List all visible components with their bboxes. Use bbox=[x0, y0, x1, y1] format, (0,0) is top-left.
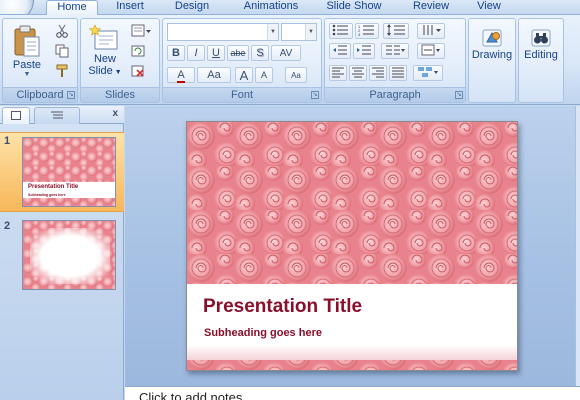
smartart-icon[interactable] bbox=[413, 65, 443, 81]
font-size-combo[interactable]: ▼ bbox=[281, 23, 317, 41]
slide-title[interactable]: Presentation Title bbox=[203, 296, 362, 318]
align-text-icon[interactable] bbox=[417, 43, 445, 59]
align-right-icon[interactable] bbox=[369, 65, 387, 81]
slide-number: 1 bbox=[4, 135, 11, 147]
paste-button[interactable]: Paste ▼ bbox=[5, 23, 49, 78]
slide-thumbnail-row-1[interactable]: 1 Presentation Title Subheading goes her… bbox=[0, 132, 124, 212]
paragraph-group: 123 Paragraph ↘ bbox=[324, 18, 466, 103]
drawing-group: Drawing bbox=[468, 18, 516, 103]
line-spacing-icon[interactable] bbox=[383, 23, 409, 39]
clipboard-dialog-launcher-icon[interactable]: ↘ bbox=[67, 91, 75, 99]
slide-thumbnail-2[interactable] bbox=[22, 220, 116, 290]
format-painter-icon[interactable] bbox=[53, 63, 71, 79]
tab-design[interactable]: Design bbox=[166, 0, 218, 14]
new-slide-label-line2-row: Slide ▼ bbox=[85, 65, 125, 79]
change-case-button[interactable]: Aa bbox=[197, 67, 231, 83]
thumbnail-title: Presentation Title bbox=[28, 184, 79, 190]
binoculars-icon bbox=[531, 29, 551, 47]
tab-slides-thumbnails[interactable] bbox=[2, 107, 30, 124]
cut-icon[interactable] bbox=[53, 23, 71, 39]
new-slide-dropdown-icon[interactable]: ▼ bbox=[113, 69, 122, 76]
layout-icon[interactable] bbox=[129, 23, 153, 39]
paste-dropdown-icon[interactable]: ▼ bbox=[5, 71, 49, 78]
font-group: ▼ ▼ B I U abe S AV A Aa A A Aa Font ↘ bbox=[162, 18, 322, 103]
thumbnail-subtitle: Subheading goes here bbox=[28, 193, 66, 197]
increase-indent-icon[interactable] bbox=[353, 43, 375, 59]
tab-animations[interactable]: Animations bbox=[236, 0, 306, 14]
svg-text:3: 3 bbox=[358, 32, 361, 36]
clipboard-group-label: Clipboard bbox=[3, 87, 77, 102]
slide-thumbnail-row-2[interactable]: 2 bbox=[0, 218, 124, 298]
bold-button[interactable]: B bbox=[167, 45, 185, 61]
tab-view[interactable]: View bbox=[470, 0, 508, 14]
underline-button[interactable]: U bbox=[207, 45, 225, 61]
slides-group-label: Slides bbox=[81, 87, 159, 102]
slides-pane-tabs: x bbox=[0, 106, 124, 124]
align-left-icon[interactable] bbox=[329, 65, 347, 81]
slide-number: 2 bbox=[4, 220, 11, 232]
delete-slide-icon[interactable] bbox=[129, 63, 147, 79]
grow-font-button[interactable]: A bbox=[235, 67, 253, 83]
columns-icon[interactable] bbox=[381, 43, 409, 59]
tab-home[interactable]: Home bbox=[46, 0, 98, 15]
slides-pane: x 1 Presentation Title Subheading goes h… bbox=[0, 106, 124, 400]
font-color-button[interactable]: A bbox=[167, 67, 195, 83]
slide-subtitle[interactable]: Subheading goes here bbox=[204, 327, 322, 339]
font-size-dropdown-icon[interactable]: ▼ bbox=[305, 24, 316, 40]
notes-placeholder[interactable]: Click to add notes bbox=[139, 390, 242, 400]
clipboard-group: Paste ▼ Clipboard ↘ bbox=[2, 18, 78, 103]
slides-group: New Slide ▼ Slides bbox=[80, 18, 160, 103]
drawing-label: Drawing bbox=[471, 49, 513, 61]
font-name-combo[interactable]: ▼ bbox=[167, 23, 279, 41]
editing-button[interactable]: Editing bbox=[519, 27, 563, 61]
shrink-font-button[interactable]: A bbox=[255, 67, 273, 83]
tab-outline[interactable] bbox=[34, 107, 80, 124]
paste-label: Paste bbox=[12, 59, 42, 71]
new-slide-label-line2: Slide bbox=[88, 65, 113, 77]
rose-frame-thumbnail bbox=[23, 221, 115, 289]
vertical-scrollbar[interactable] bbox=[575, 106, 580, 386]
clear-formatting-button[interactable]: Aa bbox=[285, 67, 307, 83]
editing-group: Editing bbox=[518, 18, 564, 103]
slides-pane-close-button[interactable]: x bbox=[112, 108, 118, 119]
editing-label: Editing bbox=[524, 49, 558, 61]
new-slide-label-line1: New bbox=[93, 53, 116, 65]
slide-thumbnail-1[interactable]: Presentation Title Subheading goes here bbox=[22, 137, 116, 207]
paste-icon bbox=[14, 25, 40, 57]
align-center-icon[interactable] bbox=[349, 65, 367, 81]
font-name-dropdown-icon[interactable]: ▼ bbox=[267, 24, 278, 40]
current-slide[interactable]: Presentation Title Subheading goes here bbox=[186, 121, 518, 371]
drawing-button[interactable]: Drawing bbox=[469, 27, 515, 61]
new-slide-button[interactable]: New Slide ▼ bbox=[85, 23, 125, 79]
copy-icon[interactable] bbox=[53, 43, 71, 59]
slide-editing-area: Presentation Title Subheading goes here bbox=[125, 106, 580, 386]
strikethrough-button[interactable]: abe bbox=[227, 45, 249, 61]
drawing-shapes-icon bbox=[482, 29, 502, 47]
reset-slide-icon[interactable] bbox=[129, 43, 147, 59]
bullets-icon[interactable] bbox=[329, 23, 353, 39]
ribbon-tab-strip: Home Insert Design Animations Slide Show… bbox=[0, 0, 580, 22]
numbering-icon[interactable]: 123 bbox=[355, 23, 379, 39]
tab-slide-show[interactable]: Slide Show bbox=[322, 0, 386, 14]
font-dialog-launcher-icon[interactable]: ↘ bbox=[311, 91, 319, 99]
text-direction-icon[interactable] bbox=[417, 23, 445, 39]
character-spacing-button[interactable]: AV bbox=[271, 45, 301, 61]
tab-review[interactable]: Review bbox=[406, 0, 456, 14]
ribbon: Paste ▼ Clipboard ↘ New Slide ▼ Slides ▼… bbox=[0, 14, 580, 105]
italic-button[interactable]: I bbox=[187, 45, 205, 61]
font-group-label: Font bbox=[163, 87, 321, 102]
new-slide-icon bbox=[89, 24, 118, 50]
paragraph-dialog-launcher-icon[interactable]: ↘ bbox=[455, 91, 463, 99]
paragraph-group-label: Paragraph bbox=[325, 87, 465, 102]
decrease-indent-icon[interactable] bbox=[329, 43, 351, 59]
shadow-button[interactable]: S bbox=[251, 45, 269, 61]
notes-pane[interactable]: Click to add notes bbox=[125, 386, 580, 400]
justify-icon[interactable] bbox=[389, 65, 407, 81]
tab-insert[interactable]: Insert bbox=[108, 0, 152, 14]
font-color-label: A bbox=[177, 69, 185, 83]
